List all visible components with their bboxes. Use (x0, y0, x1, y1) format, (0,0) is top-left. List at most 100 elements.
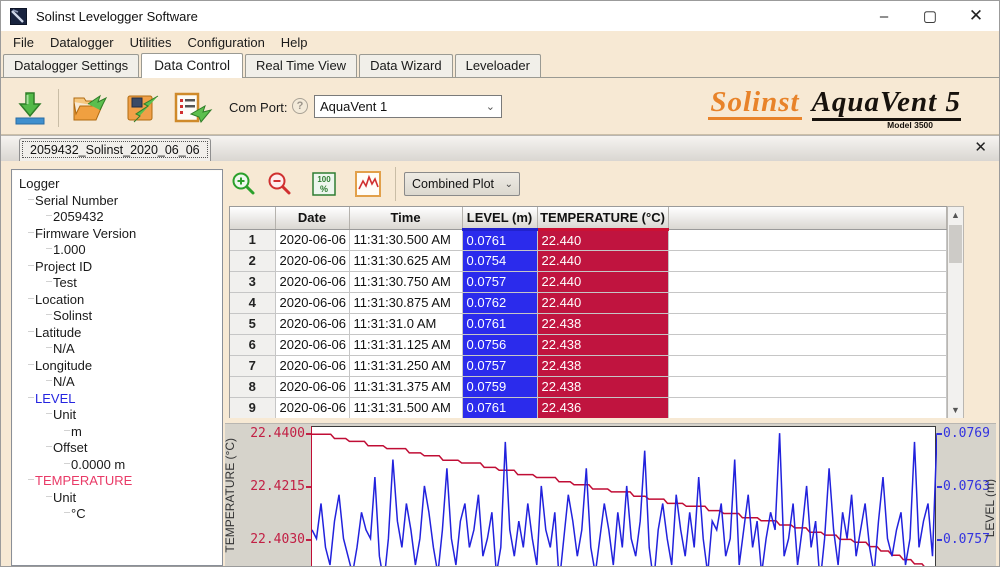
header-rownum[interactable] (230, 207, 275, 229)
table-cell[interactable]: 11:31:30.500 AM (349, 229, 462, 250)
tab-data-control[interactable]: Data Control (141, 53, 243, 78)
table-cell[interactable]: 1 (230, 229, 275, 250)
table-cell[interactable]: 8 (230, 376, 275, 397)
table-cell[interactable]: 11:31:31.0 AM (349, 313, 462, 334)
scrollbar-thumb[interactable] (949, 225, 962, 263)
tree-item[interactable]: ┄0.0000 m (14, 457, 222, 474)
table-row[interactable]: 42020-06-0611:31:30.875 AM0.076222.440 (230, 292, 947, 313)
tab-leveloader[interactable]: Leveloader (455, 54, 541, 77)
plot-view-button[interactable] (353, 169, 383, 199)
header-temperature[interactable]: TEMPERATURE (°C) (537, 207, 668, 229)
close-button[interactable]: ✕ (953, 1, 999, 31)
download-data-button[interactable] (9, 87, 51, 129)
tree-item[interactable]: ┄Longitude (14, 358, 222, 375)
table-row[interactable]: 62020-06-0611:31:31.125 AM0.075622.438 (230, 334, 947, 355)
table-row[interactable]: 22020-06-0611:31:30.625 AM0.075422.440 (230, 250, 947, 271)
table-row[interactable]: 92020-06-0611:31:31.500 AM0.076122.436 (230, 397, 947, 418)
tree-item[interactable]: ┄m (14, 424, 222, 441)
table-cell[interactable]: 22.436 (537, 397, 668, 418)
table-cell[interactable]: 0.0757 (462, 271, 537, 292)
document-tab[interactable]: 2059432_Solinst_2020_06_06 (19, 138, 211, 161)
header-time[interactable]: Time (349, 207, 462, 229)
zoom-100-button[interactable]: 100 % (309, 169, 339, 199)
tree-item[interactable]: ┄Unit (14, 407, 222, 424)
maximize-button[interactable]: ▢ (907, 1, 953, 31)
table-cell[interactable]: 2020-06-06 (275, 229, 349, 250)
table-cell[interactable]: 11:31:30.750 AM (349, 271, 462, 292)
table-cell[interactable]: 22.440 (537, 250, 668, 271)
tab-real-time-view[interactable]: Real Time View (245, 54, 357, 77)
table-cell[interactable]: 22.438 (537, 376, 668, 397)
table-cell[interactable]: 11:31:30.875 AM (349, 292, 462, 313)
tree-item[interactable]: ┄N/A (14, 374, 222, 391)
table-cell[interactable]: 5 (230, 313, 275, 334)
tree-item[interactable]: ┄Serial Number (14, 193, 222, 210)
table-cell[interactable]: 0.0759 (462, 376, 537, 397)
table-row[interactable]: 52020-06-0611:31:31.0 AM0.076122.438 (230, 313, 947, 334)
tree-item[interactable]: ┄LEVEL (14, 391, 222, 408)
table-row[interactable]: 82020-06-0611:31:31.375 AM0.075922.438 (230, 376, 947, 397)
plot-type-select[interactable]: Combined Plot ⌄ (404, 172, 520, 196)
help-icon[interactable]: ? (292, 98, 308, 114)
table-scrollbar[interactable]: ▲ ▼ (947, 206, 964, 419)
document-close-icon[interactable]: ✕ (974, 140, 987, 156)
table-cell[interactable]: 0.0756 (462, 334, 537, 355)
scroll-down-icon[interactable]: ▼ (948, 402, 963, 418)
table-cell[interactable]: 2020-06-06 (275, 250, 349, 271)
menu-file[interactable]: File (5, 33, 42, 52)
tree-item[interactable]: ┄Location (14, 292, 222, 309)
tree-item[interactable]: ┄TEMPERATURE (14, 473, 222, 490)
table-cell[interactable]: 2020-06-06 (275, 376, 349, 397)
table-cell[interactable]: 4 (230, 292, 275, 313)
table-cell[interactable]: 2020-06-06 (275, 355, 349, 376)
save-file-button[interactable] (121, 87, 163, 129)
com-port-select[interactable]: AquaVent 1 ⌄ (314, 95, 502, 118)
table-cell[interactable]: 3 (230, 271, 275, 292)
table-cell[interactable]: 0.0761 (462, 229, 537, 250)
table-cell[interactable]: 11:31:30.625 AM (349, 250, 462, 271)
tree-item[interactable]: ┄Unit (14, 490, 222, 507)
zoom-in-button[interactable] (229, 169, 259, 199)
table-cell[interactable]: 7 (230, 355, 275, 376)
table-cell[interactable]: 11:31:31.375 AM (349, 376, 462, 397)
tab-data-wizard[interactable]: Data Wizard (359, 54, 453, 77)
table-row[interactable]: 32020-06-0611:31:30.750 AM0.075722.440 (230, 271, 947, 292)
tree-item[interactable]: ┄N/A (14, 341, 222, 358)
table-cell[interactable]: 22.438 (537, 355, 668, 376)
table-cell[interactable]: 22.438 (537, 334, 668, 355)
zoom-out-button[interactable] (265, 169, 295, 199)
menu-configuration[interactable]: Configuration (179, 33, 272, 52)
scroll-up-icon[interactable]: ▲ (948, 207, 963, 223)
table-cell[interactable]: 0.0761 (462, 397, 537, 418)
menu-utilities[interactable]: Utilities (122, 33, 180, 52)
menu-help[interactable]: Help (273, 33, 316, 52)
table-cell[interactable]: 0.0754 (462, 250, 537, 271)
table-cell[interactable]: 11:31:31.500 AM (349, 397, 462, 418)
table-cell[interactable]: 0.0757 (462, 355, 537, 376)
table-cell[interactable]: 11:31:31.125 AM (349, 334, 462, 355)
tree-item[interactable]: ┄Solinst (14, 308, 222, 325)
export-settings-button[interactable] (171, 87, 213, 129)
table-cell[interactable]: 2020-06-06 (275, 334, 349, 355)
table-cell[interactable]: 11:31:31.250 AM (349, 355, 462, 376)
tree-item[interactable]: ┄1.000 (14, 242, 222, 259)
minimize-button[interactable]: – (861, 1, 907, 31)
table-cell[interactable]: 0.0761 (462, 313, 537, 334)
table-cell[interactable]: 2 (230, 250, 275, 271)
open-file-button[interactable] (69, 87, 111, 129)
table-cell[interactable]: 2020-06-06 (275, 313, 349, 334)
table-cell[interactable]: 0.0762 (462, 292, 537, 313)
table-cell[interactable]: 2020-06-06 (275, 292, 349, 313)
tree-item[interactable]: ┄Firmware Version (14, 226, 222, 243)
menu-datalogger[interactable]: Datalogger (42, 33, 122, 52)
table-row[interactable]: 12020-06-0611:31:30.500 AM0.076122.440 (230, 229, 947, 250)
table-cell[interactable]: 9 (230, 397, 275, 418)
table-cell[interactable]: 22.438 (537, 313, 668, 334)
table-cell[interactable]: 6 (230, 334, 275, 355)
table-cell[interactable]: 22.440 (537, 292, 668, 313)
tree-item[interactable]: ┄Test (14, 275, 222, 292)
tree-item[interactable]: ┄2059432 (14, 209, 222, 226)
table-cell[interactable]: 22.440 (537, 229, 668, 250)
header-date[interactable]: Date (275, 207, 349, 229)
tree-item[interactable]: Logger (14, 176, 222, 193)
